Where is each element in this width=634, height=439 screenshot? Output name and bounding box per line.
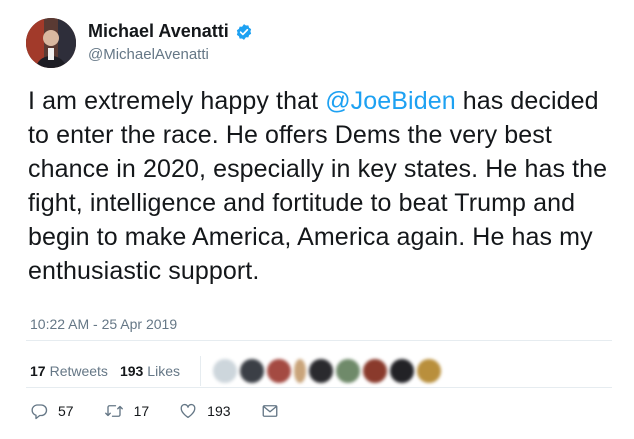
liker-avatars	[212, 359, 444, 383]
display-name[interactable]: Michael Avenatti	[88, 21, 229, 42]
retweets-label: Retweets	[49, 363, 108, 379]
like-action[interactable]: 193	[179, 402, 231, 420]
retweet-icon	[104, 402, 124, 420]
liker-avatar[interactable]	[308, 359, 333, 383]
direct-message-action[interactable]	[261, 402, 279, 420]
liker-avatar[interactable]	[389, 359, 414, 383]
liker-avatar[interactable]	[239, 359, 264, 383]
liker-avatar[interactable]	[293, 359, 306, 383]
name-row: Michael Avenatti	[88, 21, 253, 42]
retweet-action[interactable]: 17	[104, 402, 150, 420]
reply-count: 57	[58, 403, 74, 419]
stats-separator	[199, 356, 201, 386]
handle[interactable]: @MichaelAvenatti	[88, 46, 209, 63]
action-bar: 57 17 193	[30, 402, 309, 420]
liker-avatar[interactable]	[212, 359, 237, 383]
tweet-card: Michael Avenatti @MichaelAvenatti I am e…	[0, 0, 634, 439]
mention-link[interactable]: @JoeBiden	[325, 87, 456, 115]
liker-avatar[interactable]	[335, 359, 360, 383]
timestamp[interactable]: 10:22 AM - 25 Apr 2019	[30, 316, 177, 332]
liker-avatar[interactable]	[362, 359, 387, 383]
reply-action[interactable]: 57	[30, 402, 74, 420]
divider	[26, 387, 612, 388]
likes-label: Likes	[147, 363, 180, 379]
reply-icon	[30, 402, 48, 420]
liker-avatar[interactable]	[416, 359, 441, 383]
tweet-text-rest: has decided to enter the race. He offers…	[28, 87, 608, 285]
engagement-stats: 17 Retweets 193 Likes	[30, 356, 444, 386]
divider	[26, 340, 612, 341]
likes-count: 193	[119, 363, 144, 379]
message-icon	[261, 402, 279, 420]
retweets-stat[interactable]: 17 Retweets	[30, 363, 108, 379]
verified-badge-icon	[235, 23, 253, 41]
tweet-text: I am extremely happy that @JoeBiden has …	[28, 84, 618, 288]
retweets-count: 17	[30, 363, 46, 379]
like-icon	[179, 402, 197, 420]
retweet-count: 17	[133, 403, 150, 419]
liker-avatar[interactable]	[266, 359, 291, 383]
avatar[interactable]	[26, 18, 76, 68]
like-count: 193	[207, 403, 231, 419]
likes-stat[interactable]: 193 Likes	[120, 363, 180, 379]
tweet-text-start: I am extremely happy that	[28, 87, 326, 115]
